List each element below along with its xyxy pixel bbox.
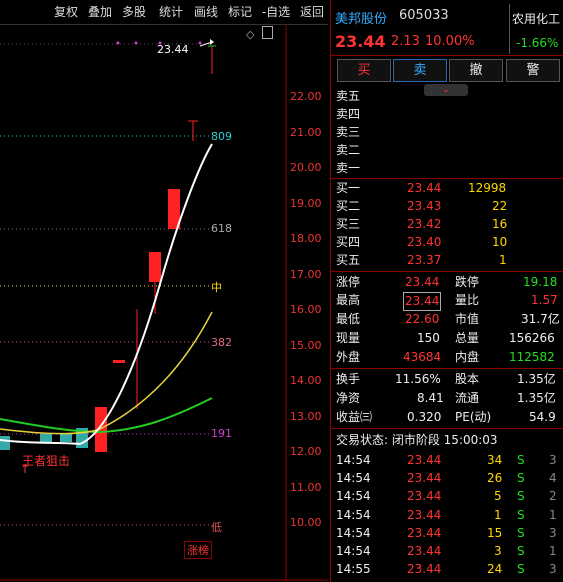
ask-row: 卖五 bbox=[336, 89, 361, 103]
stock-name: 美邦股份 bbox=[335, 12, 388, 27]
tick-row: 14:54 23.44 34 S 3 bbox=[336, 453, 557, 467]
toolbar-stats-button[interactable]: 统计 bbox=[157, 3, 185, 21]
chart-toolbar: 复权 叠加 多股 统计 画线 标记 -自选 返回 bbox=[0, 0, 328, 25]
bid-row[interactable]: 买一 23.44 12998 bbox=[331, 180, 563, 197]
sector-change: -1.66% bbox=[516, 36, 559, 50]
y-tick: 14.00 bbox=[290, 374, 322, 387]
rank-tag[interactable]: 涨榜 bbox=[184, 541, 212, 559]
quote-panel: 美邦股份 605033 农用化工 -1.66% 23.44 2.13 10.00… bbox=[330, 0, 563, 582]
tick-row: 14:54 23.44 3 S 1 bbox=[336, 544, 557, 558]
toolbar-multistock-button[interactable]: 多股 bbox=[120, 3, 148, 21]
y-tick: 21.00 bbox=[290, 126, 322, 139]
price-change: 2.13 bbox=[391, 34, 420, 49]
toolbar-fuquan-button[interactable]: 复权 bbox=[52, 3, 80, 21]
y-tick: 20.00 bbox=[290, 161, 322, 174]
stat-row: 最高 23.44 量比 1.57 bbox=[331, 292, 563, 311]
buy-button[interactable]: 买 bbox=[337, 59, 391, 82]
tick-row: 14:54 23.44 1 S 1 bbox=[336, 508, 557, 522]
fib-low-label: 低 bbox=[211, 521, 222, 534]
fib-809-label: 809 bbox=[211, 130, 232, 143]
y-tick: 16.00 bbox=[290, 303, 322, 316]
toolbar-overlay-button[interactable]: 叠加 bbox=[86, 3, 114, 21]
last-price-label: 23.44 bbox=[157, 43, 189, 56]
sector-name: 农用化工 bbox=[512, 12, 561, 26]
alert-button[interactable]: 警 bbox=[506, 59, 560, 82]
y-tick: 17.00 bbox=[290, 268, 322, 281]
tick-row: 14:54 23.44 5 S 2 bbox=[336, 489, 557, 503]
toolbar-mark-button[interactable]: 标记 bbox=[226, 3, 254, 21]
y-tick: 15.00 bbox=[290, 339, 322, 352]
stat-row: 现量 150 总量 156266 bbox=[336, 331, 555, 345]
stat-row: 外盘 43684 内盘 112582 bbox=[336, 350, 555, 364]
sell-button[interactable]: 卖 bbox=[393, 59, 447, 82]
y-tick: 11.00 bbox=[290, 481, 322, 494]
ask-row: 卖三 bbox=[336, 125, 361, 139]
current-price: 23.44 bbox=[335, 32, 386, 51]
kline-chart[interactable]: 复权 叠加 多股 统计 画线 标记 -自选 返回 ◇ 23.44 809 618… bbox=[0, 0, 328, 582]
y-tick: 10.00 bbox=[290, 516, 322, 529]
y-tick: 12.00 bbox=[290, 445, 322, 458]
tick-row: 14:54 23.44 15 S 3 bbox=[336, 526, 557, 540]
fib-618-label: 618 bbox=[211, 222, 232, 235]
y-tick: 18.00 bbox=[290, 232, 322, 245]
bid-row[interactable]: 买五 23.37 1 bbox=[331, 252, 563, 269]
toolbar-watchlist-button[interactable]: -自选 bbox=[259, 3, 293, 21]
stat-row: 涨停 23.44 跌停 19.18 bbox=[336, 275, 558, 289]
fib-mid-label: 中 bbox=[211, 281, 222, 294]
stat-row: 最低 22.60 市值 31.7亿 bbox=[336, 312, 560, 326]
up-arrow-icon: ↑ bbox=[20, 462, 31, 476]
ask-row: 卖二 bbox=[336, 143, 361, 157]
stat-row: 收益㈢ 0.320 PE(动) 54.9 bbox=[336, 410, 556, 424]
stat-row: 换手 11.56% 股本 1.35亿 bbox=[336, 372, 556, 386]
bid-row[interactable]: 买四 23.40 10 bbox=[331, 234, 563, 251]
fib-191-label: 191 bbox=[211, 427, 232, 440]
stock-code: 605033 bbox=[399, 8, 449, 23]
sector-box[interactable]: 农用化工 -1.66% bbox=[509, 4, 563, 54]
ask-row: 卖一 bbox=[336, 161, 361, 175]
trade-status: 交易状态: 闭市阶段 15:00:03 bbox=[336, 433, 498, 447]
stat-row: 净资 8.41 流通 1.35亿 bbox=[336, 391, 556, 405]
y-tick: 22.00 bbox=[290, 90, 322, 103]
price-change-pct: 10.00% bbox=[425, 34, 475, 49]
cancel-button[interactable]: 撤 bbox=[449, 59, 503, 82]
bid-row[interactable]: 买三 23.42 16 bbox=[331, 216, 563, 233]
tick-row: 14:55 23.44 24 S 3 bbox=[336, 562, 557, 576]
bid-row[interactable]: 买二 23.43 22 bbox=[331, 198, 563, 215]
toolbar-draw-button[interactable]: 画线 bbox=[192, 3, 220, 21]
y-tick: 19.00 bbox=[290, 197, 322, 210]
fib-382-label: 382 bbox=[211, 336, 232, 349]
ask-row: 卖四 bbox=[336, 107, 361, 121]
y-tick: 13.00 bbox=[290, 410, 322, 423]
chart-canvas bbox=[0, 24, 328, 582]
tick-row: 14:54 23.44 26 S 4 bbox=[336, 471, 557, 485]
toolbar-back-button[interactable]: 返回 bbox=[298, 3, 326, 21]
